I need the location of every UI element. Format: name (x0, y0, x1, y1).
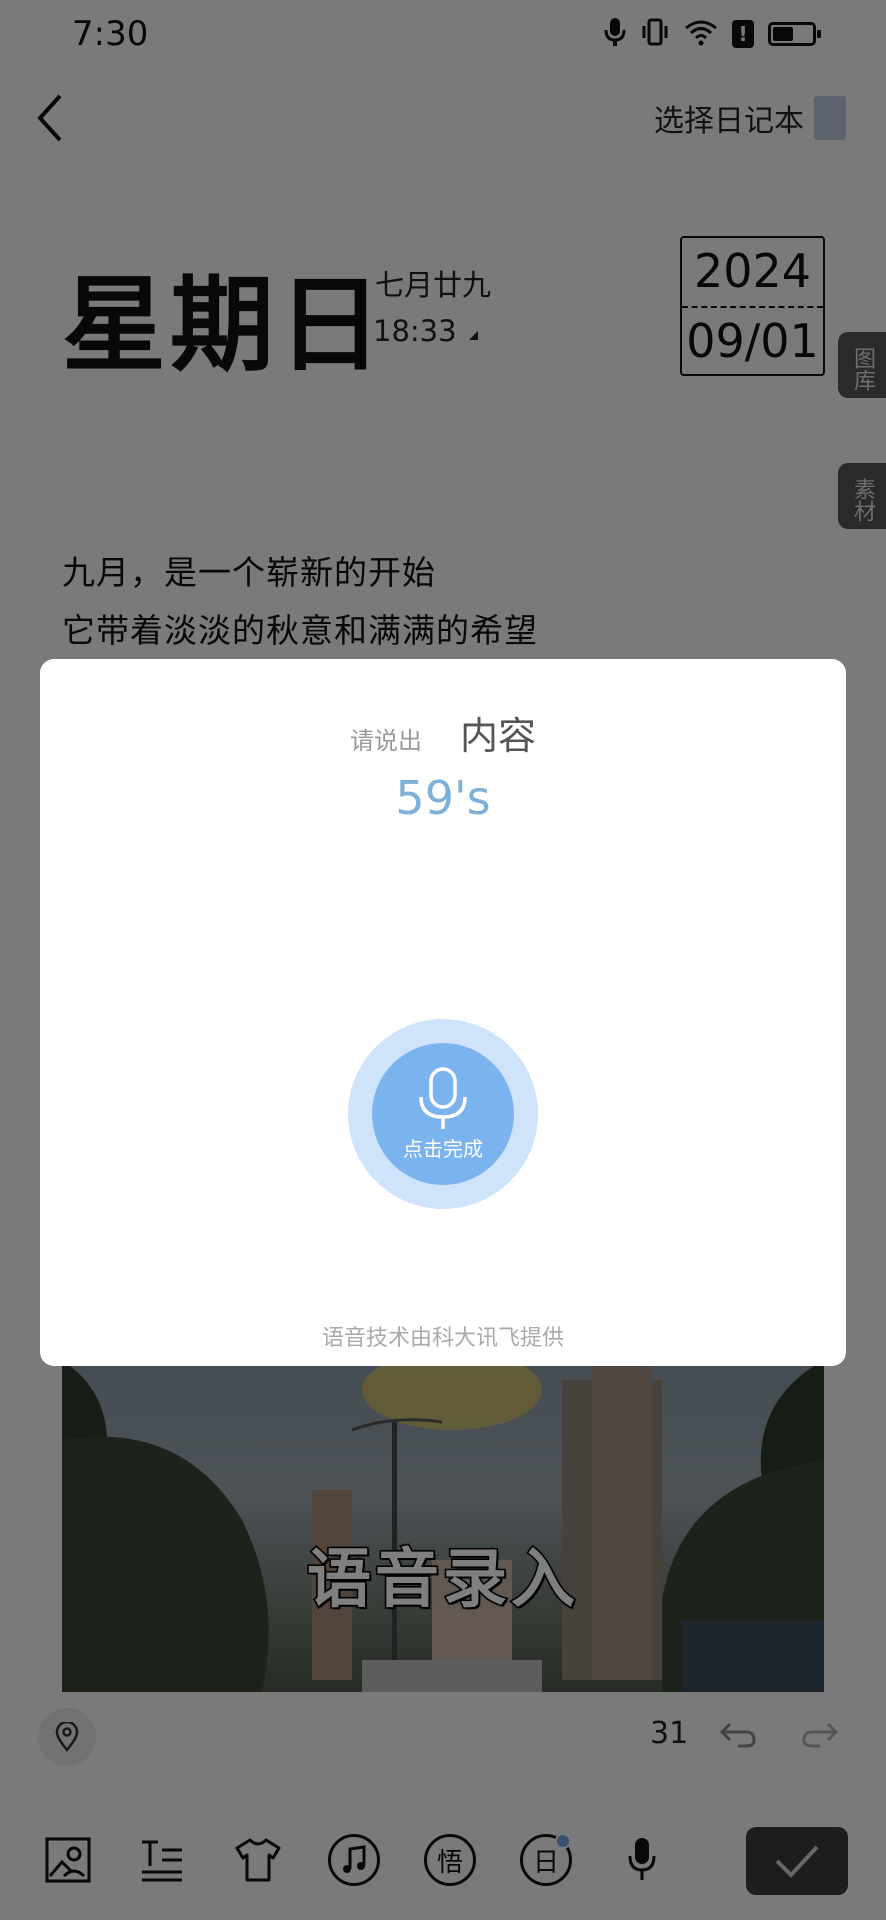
finish-recording-label: 点击完成 (403, 1136, 483, 1161)
voice-prompt-hint: 请说出 (349, 727, 422, 755)
microphone-icon (419, 1066, 467, 1129)
voice-prompt-target: 内容 (459, 714, 536, 758)
voice-prompt: 请说出 内容 (40, 705, 846, 760)
provider-credit: 语音技术由科大讯飞提供 (321, 1326, 564, 1351)
countdown-timer: 59's (395, 771, 491, 825)
finish-recording-inner: 点击完成 (372, 1043, 514, 1185)
finish-recording-button[interactable]: 点击完成 (348, 1019, 538, 1209)
voice-input-dialog: 请说出 内容 59's 点击完成 语音技术由科大讯飞提供 (40, 659, 846, 1366)
